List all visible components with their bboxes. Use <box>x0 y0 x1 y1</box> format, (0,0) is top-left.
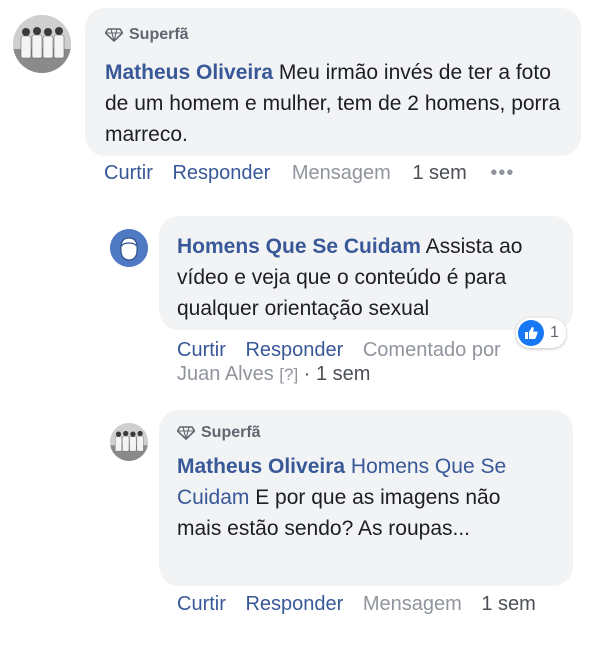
reply-link[interactable]: Responder <box>245 593 343 615</box>
commented-by-label: Comentado por <box>362 339 501 361</box>
reply-link[interactable]: Responder <box>245 339 343 361</box>
comment-actions: Curtir Responder Mensagem 1 sem <box>177 592 537 616</box>
comment-bubble: Homens Que Se Cuidam Assista ao vídeo e … <box>159 216 573 330</box>
comment-text: Homens Que Se Cuidam Assista ao vídeo e … <box>177 231 555 324</box>
page-avatar[interactable] <box>110 229 148 267</box>
info-marker[interactable]: [?] <box>279 365 298 384</box>
badge-label: Superfã <box>201 424 261 441</box>
like-link[interactable]: Curtir <box>177 339 226 361</box>
superfan-badge: Superfã <box>105 26 561 44</box>
group-photo-icon <box>13 15 71 73</box>
group-photo-icon <box>110 423 148 461</box>
more-options-icon[interactable]: ••• <box>490 162 514 184</box>
timestamp[interactable]: 1 sem <box>481 593 535 615</box>
comment-actions: Curtir Responder Mensagem 1 sem ••• <box>104 161 514 185</box>
timestamp[interactable]: 1 sem <box>412 162 466 184</box>
message-link[interactable]: Mensagem <box>363 593 462 615</box>
comment-bubble: Superfã Matheus Oliveira Homens Que Se C… <box>159 410 573 586</box>
message-link[interactable]: Mensagem <box>292 162 391 184</box>
reaction-count: 1 <box>550 324 559 341</box>
author-name[interactable]: Matheus Oliveira <box>177 455 345 478</box>
separator: · <box>303 363 311 385</box>
superfan-badge: Superfã <box>177 424 555 442</box>
badge-label: Superfã <box>129 26 189 43</box>
commenter-name[interactable]: Juan Alves <box>177 363 274 385</box>
like-link[interactable]: Curtir <box>104 162 153 184</box>
diamond-icon <box>105 28 123 42</box>
timestamp[interactable]: 1 sem <box>316 363 370 385</box>
avatar[interactable] <box>13 15 71 73</box>
author-name[interactable]: Homens Que Se Cuidam <box>177 235 421 258</box>
comment-bubble: Superfã Matheus Oliveira Meu irmão invés… <box>85 8 581 156</box>
comment-text: Matheus Oliveira Homens Que Se Cuidam E … <box>177 451 527 544</box>
comment-actions: Curtir Responder Comentado por Juan Alve… <box>177 338 547 387</box>
author-name[interactable]: Matheus Oliveira <box>105 61 273 84</box>
avatar[interactable] <box>110 423 148 461</box>
like-link[interactable]: Curtir <box>177 593 226 615</box>
page-logo-icon <box>110 229 148 267</box>
comment-text: Matheus Oliveira Meu irmão invés de ter … <box>105 57 561 150</box>
diamond-icon <box>177 426 195 440</box>
reply-link[interactable]: Responder <box>172 162 270 184</box>
